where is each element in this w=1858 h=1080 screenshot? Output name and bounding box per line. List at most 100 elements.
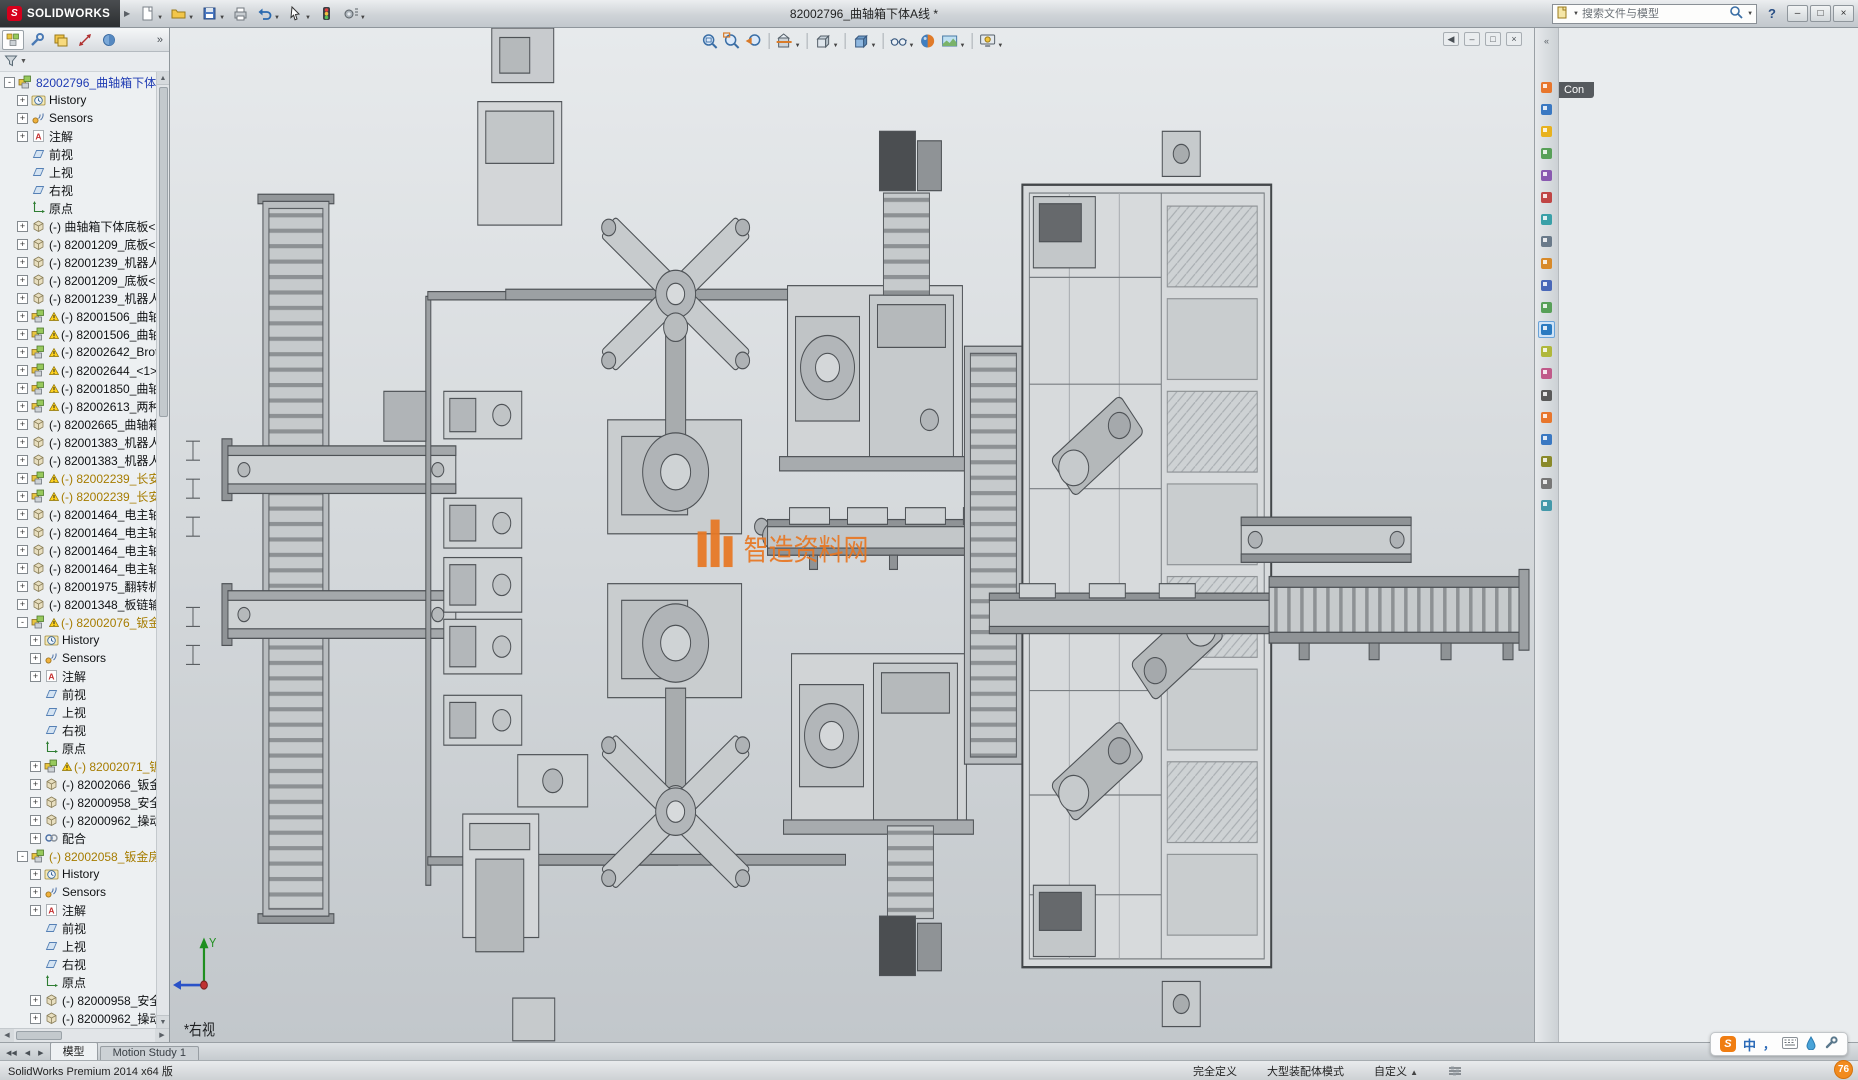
machining-center-bottom[interactable] — [784, 654, 974, 834]
tree-item[interactable]: +(-) 82002613_两种框架 — [0, 397, 156, 415]
tree-item[interactable]: +(-) 82001464_电主轴支架 — [0, 559, 156, 577]
tree-item[interactable]: +(-) 82000962_操动件 — [0, 1009, 156, 1027]
search-icon[interactable] — [1729, 5, 1743, 22]
app-restore-button[interactable]: □ — [1810, 5, 1831, 22]
expand-icon[interactable]: + — [17, 473, 28, 484]
print-button[interactable] — [229, 4, 252, 23]
taskpane-view-palette-icon[interactable] — [1538, 167, 1555, 184]
chain-conveyor-left[interactable] — [258, 194, 334, 923]
exit-conveyor-upper[interactable] — [1241, 517, 1411, 562]
configurationmanager-tab[interactable] — [50, 30, 72, 50]
dropdown-caret-icon[interactable]: ▼ — [795, 42, 801, 50]
taskpane-file-explorer-icon[interactable] — [1538, 123, 1555, 140]
taskpane-help-icon[interactable] — [1538, 409, 1555, 426]
tree-item[interactable]: +A注解 — [0, 127, 156, 145]
assembly-drawing[interactable]: 智造资料网 Y Z *右视 — [170, 28, 1534, 1042]
chinese-mode-icon[interactable]: 中 — [1743, 1035, 1756, 1054]
expand-icon[interactable]: + — [30, 995, 41, 1006]
sogou-icon[interactable]: S — [1720, 1036, 1736, 1052]
status-custom-dropdown[interactable]: 自定义 ▲ — [1374, 1063, 1418, 1079]
taskpane-cloud-icon[interactable] — [1538, 453, 1555, 470]
tree-item[interactable]: +(-) 82001239_机器人管线 — [0, 289, 156, 307]
tree-item[interactable]: -(-) 82002058_钣金房 — [0, 847, 156, 865]
expand-icon[interactable]: + — [17, 293, 28, 304]
tab-nav-arrow-icon[interactable]: ◀◀ — [2, 1049, 21, 1060]
tree-item[interactable]: +(-) 82001348_板链输送机 — [0, 595, 156, 613]
task-pane-header[interactable]: Con — [1559, 82, 1594, 98]
display-style-button[interactable]: ▼ — [850, 31, 879, 51]
tree-item[interactable]: 原点 — [0, 199, 156, 217]
expand-icon[interactable]: + — [17, 365, 28, 376]
collapse-icon[interactable]: - — [17, 851, 28, 862]
expand-icon[interactable]: + — [17, 221, 28, 232]
keyboard-icon[interactable] — [1782, 1037, 1798, 1052]
machining-center-top[interactable] — [780, 286, 970, 471]
taskpane-scenes-icon[interactable] — [1538, 211, 1555, 228]
taskpane-updates-icon[interactable] — [1538, 431, 1555, 448]
expand-icon[interactable]: + — [17, 455, 28, 466]
tree-item[interactable]: +(-) 82001383_机器人管线 — [0, 433, 156, 451]
transfer-conveyor-upper[interactable] — [222, 439, 456, 501]
tree-item[interactable]: +History — [0, 631, 156, 649]
expand-icon[interactable]: + — [30, 635, 41, 646]
expand-icon[interactable]: + — [17, 491, 28, 502]
tree-item[interactable]: +(-) 82000958_安全开关 — [0, 991, 156, 1009]
tab-motion-study[interactable]: Motion Study 1 — [100, 1046, 199, 1060]
tree-item[interactable]: 上视 — [0, 937, 156, 955]
displaymanager-tab[interactable] — [98, 30, 120, 50]
expand-icon[interactable]: + — [17, 383, 28, 394]
search-scope-caret-icon[interactable]: ▼ — [1573, 10, 1579, 18]
search-options-caret-icon[interactable]: ▼ — [1747, 10, 1753, 18]
rebuild-button[interactable] — [315, 4, 338, 23]
options-button[interactable]: ▼ — [339, 4, 369, 23]
tree-item[interactable]: 原点 — [0, 739, 156, 757]
tree-item[interactable]: +(-) 82002066_钣金房 — [0, 775, 156, 793]
doc-minimize-button[interactable]: – — [1464, 32, 1480, 46]
dropdown-caret-icon[interactable]: ▼ — [157, 14, 163, 22]
doc-close-button[interactable]: × — [1506, 32, 1522, 46]
expand-icon[interactable]: + — [17, 437, 28, 448]
expand-icon[interactable]: + — [30, 869, 41, 880]
taskpane-instant3d-icon[interactable] — [1538, 321, 1555, 338]
tree-item[interactable]: +(-) 82002644_<1> (默 — [0, 361, 156, 379]
app-close-button[interactable]: × — [1833, 5, 1854, 22]
expand-icon[interactable]: + — [17, 599, 28, 610]
expand-icon[interactable]: + — [17, 509, 28, 520]
expand-icon[interactable]: + — [17, 113, 28, 124]
tree-item[interactable]: +A注解 — [0, 667, 156, 685]
transfer-conveyor-lower[interactable] — [222, 584, 456, 646]
search-scope-icon[interactable] — [1556, 6, 1569, 22]
tab-nav-arrow-icon[interactable]: ◀ — [21, 1049, 34, 1060]
scroll-thumb-horizontal[interactable] — [16, 1031, 62, 1040]
dropdown-caret-icon[interactable]: ▼ — [871, 42, 877, 50]
hide-show-items-button[interactable]: ▼ — [888, 31, 917, 51]
tree-item[interactable]: +(-) 82002071_钣金 — [0, 757, 156, 775]
help-button[interactable]: ? — [1765, 6, 1779, 21]
tree-item[interactable]: 前视 — [0, 919, 156, 937]
expand-icon[interactable]: + — [17, 311, 28, 322]
tree-item[interactable]: 右视 — [0, 721, 156, 739]
expand-icon[interactable]: + — [17, 275, 28, 286]
collapse-icon[interactable]: - — [4, 77, 15, 88]
tree-item[interactable]: +(-) 82001383_机器人管线 — [0, 451, 156, 469]
dropdown-caret-icon[interactable]: ▼ — [959, 42, 965, 50]
expand-icon[interactable]: + — [30, 815, 41, 826]
app-minimize-button[interactable]: – — [1787, 5, 1808, 22]
collapse-icon[interactable]: - — [17, 617, 28, 628]
dropdown-caret-icon[interactable]: ▼ — [188, 14, 194, 22]
taskpane-search-icon[interactable] — [1538, 145, 1555, 162]
expand-icon[interactable]: + — [17, 347, 28, 358]
filter-icon[interactable] — [4, 54, 18, 70]
tree-item[interactable]: +(-) 82001850_曲轴箱下 — [0, 379, 156, 397]
notification-badge[interactable]: 76 — [1834, 1060, 1853, 1079]
menu-expand-icon[interactable]: ▶ — [124, 9, 130, 18]
expand-icon[interactable]: + — [30, 761, 41, 772]
zoom-fit-button[interactable] — [699, 31, 721, 51]
tree-item[interactable]: +(-) 82001506_曲轴箱下 — [0, 307, 156, 325]
task-pane-pin-icon[interactable]: « — [1544, 36, 1549, 46]
tab-model[interactable]: 模型 — [50, 1042, 98, 1060]
tree-item[interactable]: +(-) 82001464_电主轴支架 — [0, 505, 156, 523]
tree-item[interactable]: +(-) 82002665_曲轴箱下体 — [0, 415, 156, 433]
taskpane-export-icon[interactable] — [1538, 497, 1555, 514]
taskpane-forum-icon[interactable] — [1538, 277, 1555, 294]
